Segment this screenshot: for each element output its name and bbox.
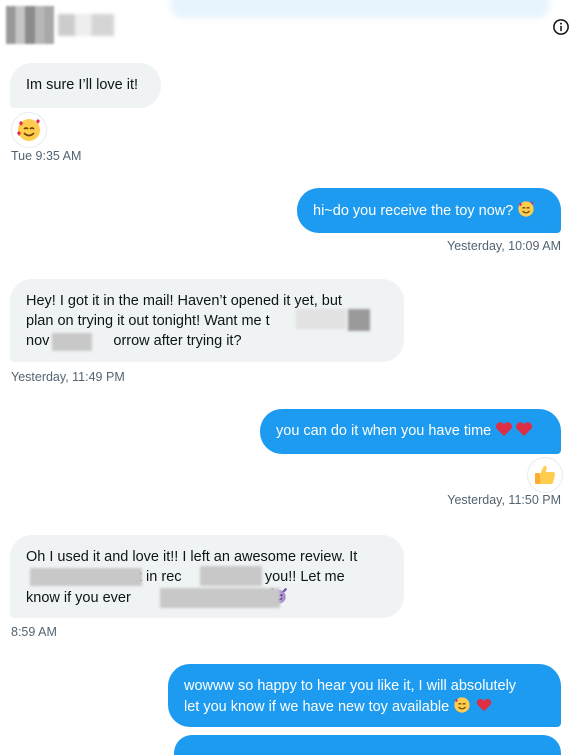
reaction-badge[interactable] (528, 458, 562, 492)
info-icon[interactable] (552, 18, 570, 36)
message-bubble-incoming[interactable]: Im sure I’ll love it! (10, 63, 161, 108)
redacted-area (30, 568, 142, 586)
message-line: let you know if we have new toy availabl… (184, 696, 545, 717)
message-text: you can do it when you have time (276, 423, 492, 439)
timestamp: Yesterday, 10:09 AM (447, 239, 561, 253)
message-text: Im sure I’ll love it! (26, 77, 138, 93)
message-line: Hey! I got it in the mail! Haven’t opene… (26, 293, 342, 309)
red-hearts-icon (496, 422, 533, 436)
message-fragment: orrow after trying it? (113, 333, 242, 349)
message-bubble-outgoing[interactable]: hi~do you receive the toy now? (297, 188, 561, 233)
redacted-area (348, 309, 370, 331)
avatar[interactable] (6, 6, 54, 44)
thumbs-up-icon (535, 465, 556, 484)
smiling-face-with-hearts-icon (518, 201, 534, 217)
message-fragment: know if you ever (26, 590, 131, 606)
smiling-face-with-hearts-icon (17, 119, 40, 141)
message-bubble-outgoing[interactable]: wowww so happy to hear you like it, I wi… (168, 664, 561, 727)
contact-name[interactable] (58, 14, 114, 36)
redacted-area (52, 333, 92, 351)
message-fragment: nov (26, 333, 50, 349)
message-bubble-outgoing[interactable]: you can do it when you have time (260, 409, 561, 454)
redacted-area (200, 566, 262, 586)
message-fragment: let you know if we have new toy availabl… (184, 699, 450, 715)
message-line: Oh I used it and love it!! I left an awe… (26, 549, 358, 565)
redacted-area (296, 309, 346, 329)
red-heart-icon (477, 698, 492, 712)
timestamp: Yesterday, 11:50 PM (447, 493, 561, 507)
reaction-badge[interactable] (12, 113, 46, 147)
redacted-area (160, 588, 280, 608)
message-fragment: t in rec (138, 569, 182, 585)
smiling-face-with-hearts-icon (454, 697, 470, 713)
timestamp: Yesterday, 11:49 PM (11, 370, 125, 384)
timestamp: Tue 9:35 AM (11, 149, 82, 163)
message-text: hi~do you receive the toy now? (313, 203, 514, 219)
message-bubble-outgoing-partial[interactable] (174, 735, 561, 755)
message-line: wowww so happy to hear you like it, I wi… (184, 678, 517, 694)
timestamp: 8:59 AM (11, 625, 57, 639)
top-bar-highlight (170, 0, 550, 18)
